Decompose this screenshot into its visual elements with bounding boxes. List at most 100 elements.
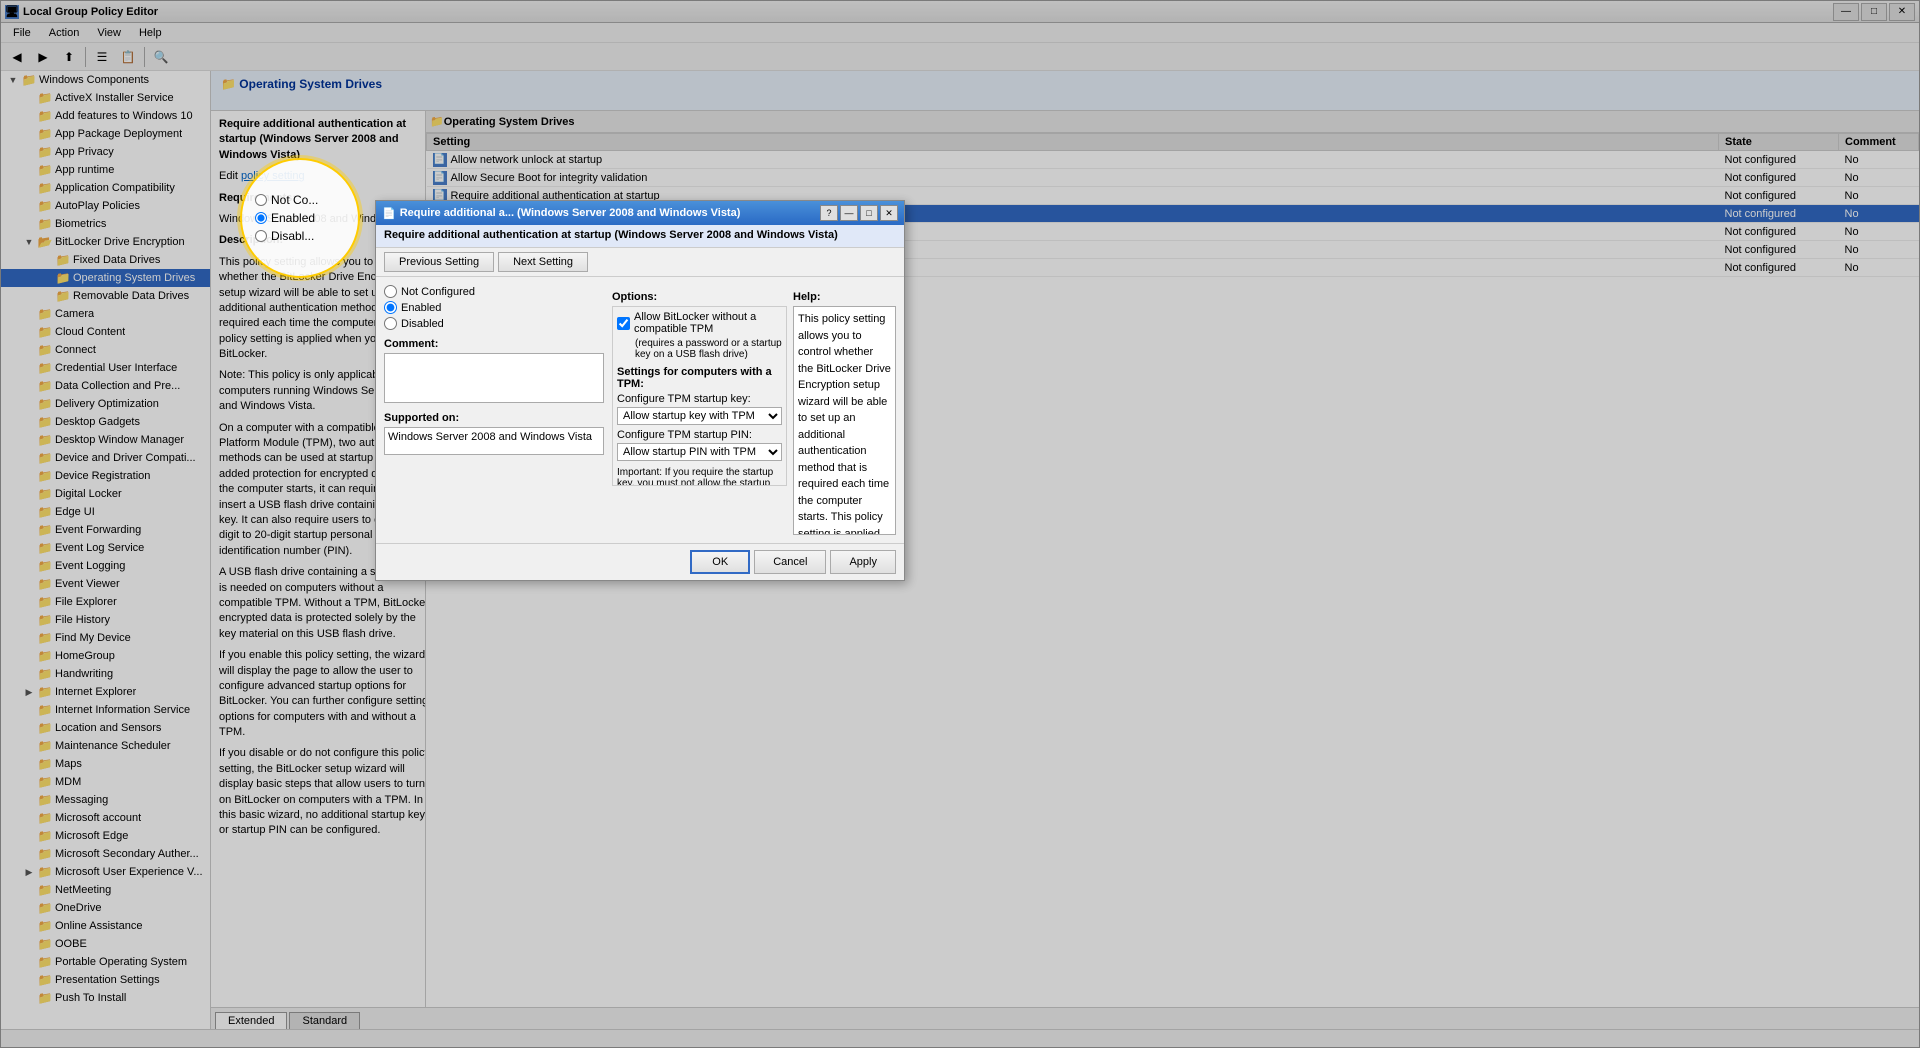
col-setting[interactable]: Setting: [427, 134, 1719, 151]
tree-item-push-to-install[interactable]: ▶ 📁 Push To Install: [1, 989, 210, 1007]
tree-label: Desktop Gadgets: [53, 416, 140, 428]
tree-item-file-explorer[interactable]: ▶ 📁 File Explorer: [1, 593, 210, 611]
table-row[interactable]: 📄Allow network unlock at startup Not con…: [427, 151, 1919, 169]
tpm-startup-dropdown[interactable]: Allow startup key with TPM Require start…: [617, 407, 782, 425]
menu-view[interactable]: View: [89, 25, 129, 41]
tree-item-messaging[interactable]: ▶ 📁 Messaging: [1, 791, 210, 809]
tree-item-file-history[interactable]: ▶ 📁 File History: [1, 611, 210, 629]
tree-item-event-fwd[interactable]: ▶ 📁 Event Forwarding: [1, 521, 210, 539]
tree-item-ms-edge[interactable]: ▶ 📁 Microsoft Edge: [1, 827, 210, 845]
policy-setting-link[interactable]: policy setting: [241, 170, 305, 182]
tree-item-internet-info[interactable]: ▶ 📁 Internet Information Service: [1, 701, 210, 719]
radio-enabled-row[interactable]: Enabled: [384, 301, 604, 314]
tree-item-fixed-data[interactable]: ▶ 📁 Fixed Data Drives: [1, 251, 210, 269]
forward-button[interactable]: ▶: [31, 46, 55, 68]
up-button[interactable]: ⬆: [57, 46, 81, 68]
tree-item-cloud-content[interactable]: ▶ 📁 Cloud Content: [1, 323, 210, 341]
tree-item-camera[interactable]: ▶ 📁 Camera: [1, 305, 210, 323]
tree-item-maps[interactable]: ▶ 📁 Maps: [1, 755, 210, 773]
tree-item-event-logging[interactable]: ▶ 📁 Event Logging: [1, 557, 210, 575]
tree-item-ms-user-exp[interactable]: ▶ 📁 Microsoft User Experience V...: [1, 863, 210, 881]
folder-icon: 📁: [37, 307, 53, 321]
minimize-button[interactable]: —: [1833, 3, 1859, 21]
folder-icon: 📁: [37, 631, 53, 645]
radio-not-configured[interactable]: [384, 285, 397, 298]
tree-item-removable[interactable]: ▶ 📁 Removable Data Drives: [1, 287, 210, 305]
modal-maximize-button[interactable]: □: [860, 205, 878, 221]
properties-button[interactable]: 📋: [116, 46, 140, 68]
tree-item-desktop-window[interactable]: ▶ 📁 Desktop Window Manager: [1, 431, 210, 449]
tree-item-location-sensors[interactable]: ▶ 📁 Location and Sensors: [1, 719, 210, 737]
tree-item-device-driver[interactable]: ▶ 📁 Device and Driver Compati...: [1, 449, 210, 467]
comment-textarea[interactable]: [384, 353, 604, 403]
tree-item-netmeeting[interactable]: ▶ 📁 NetMeeting: [1, 881, 210, 899]
tree-item-bitlocker[interactable]: ▼ 📂 BitLocker Drive Encryption: [1, 233, 210, 251]
cancel-button[interactable]: Cancel: [754, 550, 826, 574]
row-state: Not configured: [1719, 259, 1839, 277]
back-button[interactable]: ◀: [5, 46, 29, 68]
show-hide-button[interactable]: ☰: [90, 46, 114, 68]
tree-item-digital-locker[interactable]: ▶ 📁 Digital Locker: [1, 485, 210, 503]
tree-item-ms-account[interactable]: ▶ 📁 Microsoft account: [1, 809, 210, 827]
bitlocker-no-tpm-checkbox[interactable]: [617, 317, 630, 330]
menu-action[interactable]: Action: [41, 25, 88, 41]
menu-help[interactable]: Help: [131, 25, 170, 41]
tree-item-data-collection[interactable]: ▶ 📁 Data Collection and Pre...: [1, 377, 210, 395]
tree-item-homegroup[interactable]: ▶ 📁 HomeGroup: [1, 647, 210, 665]
tree-item-presentation[interactable]: ▶ 📁 Presentation Settings: [1, 971, 210, 989]
col-comment[interactable]: Comment: [1839, 134, 1919, 151]
bitlocker-checkbox-row[interactable]: Allow BitLocker without a compatible TPM: [617, 311, 782, 335]
maximize-button[interactable]: □: [1861, 3, 1887, 21]
tree-item-app-package[interactable]: ▶ 📁 App Package Deployment: [1, 125, 210, 143]
tree-item-device-reg[interactable]: ▶ 📁 Device Registration: [1, 467, 210, 485]
tree-item-online-assist[interactable]: ▶ 📁 Online Assistance: [1, 917, 210, 935]
modal-close-button[interactable]: ✕: [880, 205, 898, 221]
radio-not-configured-row[interactable]: Not Configured: [384, 285, 604, 298]
tpm-pin-dropdown[interactable]: Allow startup PIN with TPM Require start…: [617, 443, 782, 461]
filter-button[interactable]: 🔍: [149, 46, 173, 68]
col-state[interactable]: State: [1719, 134, 1839, 151]
radio-disabled-row[interactable]: Disabled: [384, 317, 604, 330]
tree-item-edge-ui[interactable]: ▶ 📁 Edge UI: [1, 503, 210, 521]
tree-item-event-log[interactable]: ▶ 📁 Event Log Service: [1, 539, 210, 557]
tree-item-oobe[interactable]: ▶ 📁 OOBE: [1, 935, 210, 953]
tree-item-add-features[interactable]: ▶ 📁 Add features to Windows 10: [1, 107, 210, 125]
tree-item-portable-os[interactable]: ▶ 📁 Portable Operating System: [1, 953, 210, 971]
tree-item-biometrics[interactable]: ▶ 📁 Biometrics: [1, 215, 210, 233]
radio-disabled[interactable]: [384, 317, 397, 330]
tree-item-os-drives[interactable]: ▶ 📁 Operating System Drives: [1, 269, 210, 287]
table-row[interactable]: 📄Allow Secure Boot for integrity validat…: [427, 169, 1919, 187]
prev-setting-button[interactable]: Previous Setting: [384, 252, 494, 272]
tree-item-handwriting[interactable]: ▶ 📁 Handwriting: [1, 665, 210, 683]
tab-standard[interactable]: Standard: [289, 1012, 360, 1029]
tree-item-maint-sched[interactable]: ▶ 📁 Maintenance Scheduler: [1, 737, 210, 755]
tree-item-app-privacy[interactable]: ▶ 📁 App Privacy: [1, 143, 210, 161]
menu-file[interactable]: File: [5, 25, 39, 41]
tree-item-internet-explorer[interactable]: ▶ 📁 Internet Explorer: [1, 683, 210, 701]
tree-root-windows-components[interactable]: ▼ 📁 Windows Components: [1, 71, 210, 89]
tab-extended[interactable]: Extended: [215, 1012, 287, 1029]
tree-item-find-my-device[interactable]: ▶ 📁 Find My Device: [1, 629, 210, 647]
tree-item-credential-ui[interactable]: ▶ 📁 Credential User Interface: [1, 359, 210, 377]
ok-button[interactable]: OK: [690, 550, 750, 574]
tree-item-connect[interactable]: ▶ 📁 Connect: [1, 341, 210, 359]
tree-item-event-viewer[interactable]: ▶ 📁 Event Viewer: [1, 575, 210, 593]
tree-item-app-compat[interactable]: ▶ 📁 Application Compatibility: [1, 179, 210, 197]
tree-item-autoplay[interactable]: ▶ 📁 AutoPlay Policies: [1, 197, 210, 215]
tree-item-activex[interactable]: ▶ 📁 ActiveX Installer Service: [1, 89, 210, 107]
tree-item-mdm[interactable]: ▶ 📁 MDM: [1, 773, 210, 791]
modal-minimize-button[interactable]: —: [840, 205, 858, 221]
modal-help-button[interactable]: ?: [820, 205, 838, 221]
row-comment: No: [1839, 241, 1919, 259]
radio-enabled[interactable]: [384, 301, 397, 314]
tree-item-ms-secondary[interactable]: ▶ 📁 Microsoft Secondary Auther...: [1, 845, 210, 863]
tree-item-onedrive[interactable]: ▶ 📁 OneDrive: [1, 899, 210, 917]
next-setting-button[interactable]: Next Setting: [498, 252, 588, 272]
tree-item-app-runtime[interactable]: ▶ 📁 App runtime: [1, 161, 210, 179]
tree-item-desktop-gadgets[interactable]: ▶ 📁 Desktop Gadgets: [1, 413, 210, 431]
tree-item-delivery-opt[interactable]: ▶ 📁 Delivery Optimization: [1, 395, 210, 413]
close-button[interactable]: ✕: [1889, 3, 1915, 21]
tree-label: Online Assistance: [53, 920, 142, 932]
tree-label: Location and Sensors: [53, 722, 161, 734]
apply-button[interactable]: Apply: [830, 550, 896, 574]
